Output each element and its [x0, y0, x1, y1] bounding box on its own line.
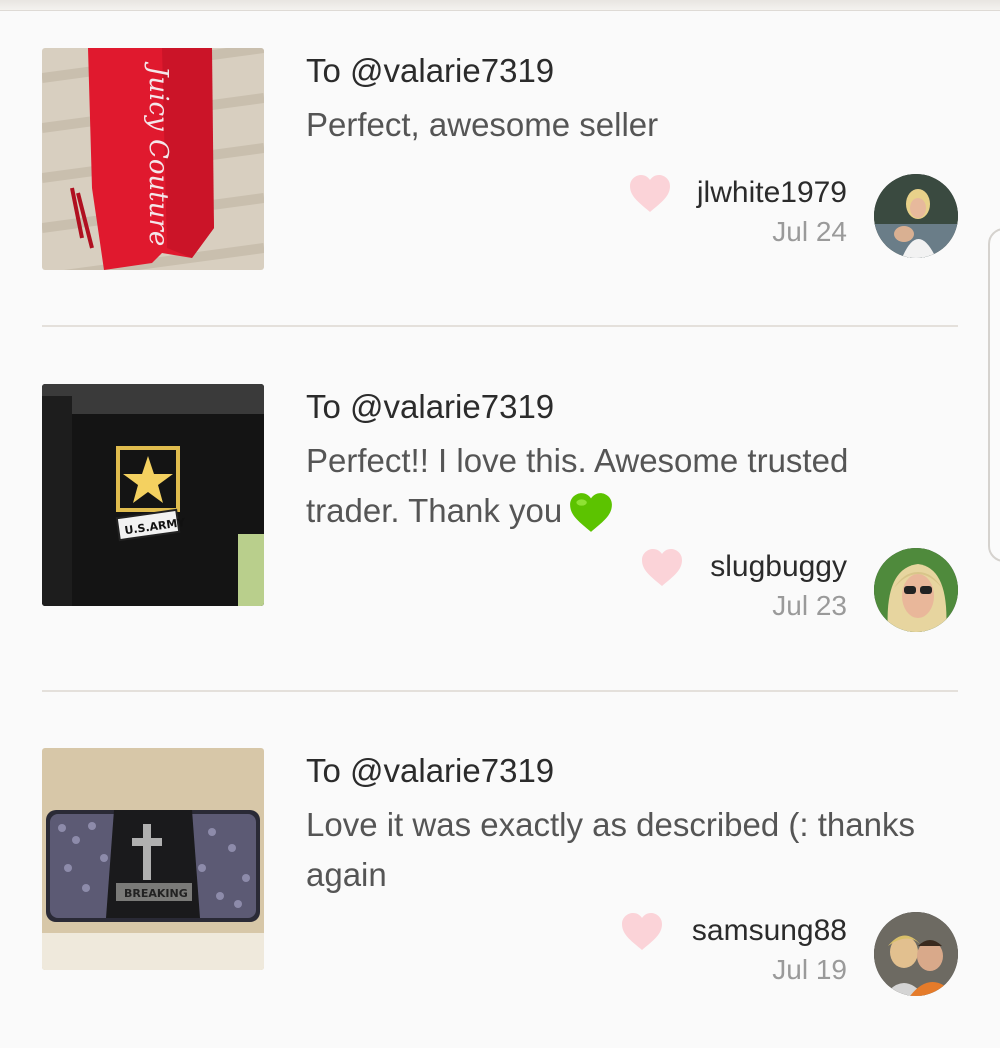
review-date: Jul 23	[772, 590, 847, 621]
reviewer-avatar[interactable]	[874, 174, 958, 258]
reviewer-username[interactable]: jlwhite1979	[697, 176, 847, 210]
review-recipient[interactable]: To @valarie7319	[306, 752, 554, 790]
green-heart-icon	[570, 493, 613, 533]
divider	[42, 325, 958, 327]
review-comment: Love it was exactly as described (: than…	[306, 806, 915, 893]
review-comment: Perfect, awesome seller	[306, 106, 659, 143]
heart-icon[interactable]	[628, 174, 672, 214]
review-recipient[interactable]: To @valarie7319	[306, 388, 554, 426]
review-date: Jul 24	[772, 216, 847, 247]
product-print-text: Juicy Couture	[143, 61, 173, 246]
product-thumbnail[interactable]: BREAKING	[42, 748, 264, 970]
review-card: BREAKING To @valarie7319 Love it was exa…	[0, 748, 1000, 1048]
review-date: Jul 19	[772, 954, 847, 985]
product-thumbnail[interactable]: Juicy Couture	[42, 48, 264, 270]
reviewer-avatar[interactable]	[874, 548, 958, 632]
reviewer-username[interactable]: slugbuggy	[710, 550, 847, 584]
reviewer-username[interactable]: samsung88	[692, 914, 847, 948]
divider	[42, 690, 958, 692]
review-card: U.S.ARMY To @valarie7319 Perfect!! I lov…	[0, 384, 1000, 684]
review-card: Juicy Couture To @valarie7319 Perfect, a…	[0, 48, 1000, 348]
top-edge	[0, 0, 1000, 11]
reviewer-avatar[interactable]	[874, 912, 958, 996]
review-comment: Perfect!! I love this. Awesome trusted t…	[306, 436, 946, 536]
product-print-text: BREAKING	[124, 887, 188, 900]
product-thumbnail[interactable]: U.S.ARMY	[42, 384, 264, 606]
review-recipient[interactable]: To @valarie7319	[306, 52, 554, 90]
heart-icon[interactable]	[640, 548, 684, 588]
heart-icon[interactable]	[620, 912, 664, 952]
